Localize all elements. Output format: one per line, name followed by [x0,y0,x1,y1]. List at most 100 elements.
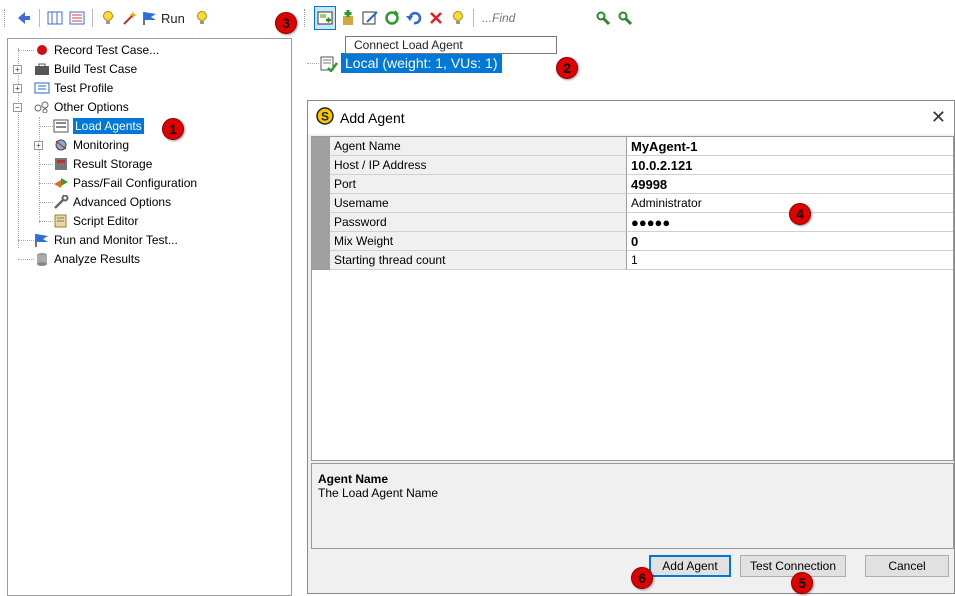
property-name: Password [330,213,627,232]
callout-badge: 3 [275,12,297,34]
property-row[interactable]: Usemame Administrator [312,194,953,213]
expand-icon[interactable]: + [34,141,43,150]
wand-icon[interactable] [120,7,140,29]
add-agent-icon[interactable] [338,7,358,29]
test-connection-button[interactable]: Test Connection [740,555,846,577]
project-tree[interactable]: Record Test Case... + Build Test Case + … [7,38,292,596]
tree-item-pass-fail-configuration[interactable]: Pass/Fail Configuration [39,174,197,192]
lightbulb-icon[interactable] [448,7,468,29]
add-agent-button[interactable]: Add Agent [649,555,731,577]
property-value[interactable]: 10.0.2.121 [627,156,953,175]
storage-icon [53,157,69,171]
edit-agent-icon[interactable] [360,7,380,29]
expand-icon[interactable]: + [13,84,22,93]
property-name: Agent Name [330,137,627,156]
tree-item-run-and-monitor-test[interactable]: Run and Monitor Test... [18,231,178,249]
toolbar-grip[interactable] [4,9,8,27]
collapse-icon[interactable]: − [13,103,22,112]
tree-item-result-storage[interactable]: Result Storage [39,155,152,173]
property-row[interactable]: Starting thread count 1 [312,251,953,270]
run-button[interactable]: Run [142,7,185,29]
property-row[interactable]: Password ●●●●● [312,213,953,232]
expand-icon[interactable]: + [13,65,22,74]
run-label: Run [161,10,185,26]
property-name: Starting thread count [330,251,627,270]
find-next-icon[interactable] [593,7,613,29]
dialog-title-bar[interactable]: S Add Agent ✕ [308,101,954,134]
lightbulb-icon[interactable] [192,7,212,29]
load-agents-icon [53,119,69,133]
lightbulb-icon[interactable] [98,7,118,29]
tree-line [307,63,319,64]
tree-item-record-test-case[interactable]: Record Test Case... [18,41,159,59]
tree-item-test-profile[interactable]: + Test Profile [13,79,114,97]
tree-item-label: Advanced Options [73,195,172,209]
callout-badge: 2 [556,57,578,79]
tree-item-label: Record Test Case... [54,43,160,57]
row-gutter [312,175,330,194]
property-value[interactable]: 1 [627,251,953,270]
tree-item-load-agents[interactable]: Load Agents [39,117,144,135]
toolbar-grip[interactable] [304,9,308,27]
connect-agent-button[interactable] [314,6,336,30]
close-icon[interactable]: ✕ [931,107,946,128]
tree-item-label: Analyze Results [54,252,141,266]
wrench-icon [53,195,69,209]
tree-item-label: Script Editor [73,214,139,228]
toolbar-separator [473,9,474,27]
callout-badge: 5 [791,572,813,594]
script-icon [53,214,69,228]
list-icon[interactable] [67,7,87,29]
description-text: The Load Agent Name [318,486,439,500]
tree-line [39,183,53,184]
tree-item-script-editor[interactable]: Script Editor [39,212,138,230]
flag-icon [34,233,50,247]
find-previous-icon[interactable] [615,7,635,29]
property-row[interactable]: Host / IP Address 10.0.2.121 [312,156,953,175]
connect-agent-tooltip: Connect Load Agent [345,36,557,54]
tree-line [18,240,34,241]
tree-item-other-options[interactable]: − Other Options [13,98,129,116]
row-gutter [312,137,330,156]
database-icon [34,252,50,266]
tree-item-monitoring[interactable]: + Monitoring [34,136,129,154]
tree-item-label: Other Options [54,100,129,114]
record-icon [34,43,50,57]
property-value[interactable]: 0 [627,232,953,251]
toolbar-separator [39,9,40,27]
property-grid[interactable]: Agent Name MyAgent-1 Host / IP Address 1… [311,136,954,461]
tree-item-advanced-options[interactable]: Advanced Options [39,193,171,211]
briefcase-icon [34,62,50,76]
property-value[interactable]: 49998 [627,175,953,194]
callout-badge: 1 [162,118,184,140]
agents-toolbar [300,0,700,36]
find-input[interactable] [478,7,592,29]
property-name: Host / IP Address [330,156,627,175]
tree-item-label: Pass/Fail Configuration [73,176,198,190]
local-agent-node[interactable]: Local (weight: 1, VUs: 1) [341,53,502,73]
row-gutter [312,213,330,232]
monitoring-icon [53,138,69,152]
tree-line [39,202,53,203]
property-row[interactable]: Agent Name MyAgent-1 [312,137,953,156]
tree-item-analyze-results[interactable]: Analyze Results [18,250,140,268]
tree-line [39,221,53,222]
cancel-button[interactable]: Cancel [865,555,949,577]
undo-icon[interactable] [404,7,424,29]
tree-item-build-test-case[interactable]: + Build Test Case [13,60,137,78]
property-row[interactable]: Mix Weight 0 [312,232,953,251]
row-gutter [312,251,330,270]
property-value[interactable]: MyAgent-1 [627,137,953,156]
callout-badge: 6 [631,567,653,589]
property-row[interactable]: Port 49998 [312,175,953,194]
tree-item-label: Test Profile [54,81,114,95]
profile-icon [34,81,50,95]
row-gutter [312,194,330,213]
columns-icon[interactable] [45,7,65,29]
tree-item-label: Load Agents [73,118,144,134]
back-arrow-icon[interactable] [14,7,34,29]
app-logo-icon: S [316,107,334,128]
svg-text:S: S [321,110,329,124]
refresh-icon[interactable] [382,7,402,29]
delete-icon[interactable] [426,7,446,29]
